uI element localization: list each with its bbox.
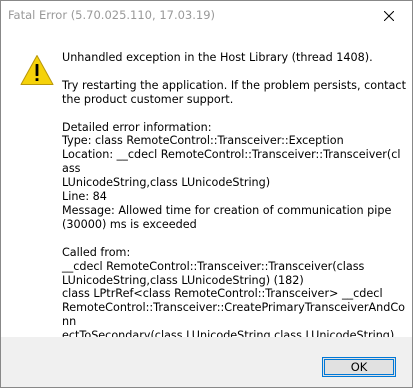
dialog-content: Unhandled exception in the Host Library … [1,31,412,370]
details-text: Detailed error information: Type: class … [62,120,401,231]
error-message: Unhandled exception in the Host Library … [62,51,406,371]
ok-button[interactable]: OK [322,357,396,377]
title-bar[interactable]: Fatal Error (5.70.025.110, 17.03.19) [1,1,412,31]
warning-icon [20,55,54,85]
close-icon [384,11,394,21]
error-dialog: Fatal Error (5.70.025.110, 17.03.19) Unh… [0,0,413,388]
close-button[interactable] [366,1,412,31]
advice-text: Try restarting the application. If the p… [62,78,406,106]
button-bar: OK [1,337,412,387]
window-title: Fatal Error (5.70.025.110, 17.03.19) [8,8,216,22]
headline-text: Unhandled exception in the Host Library … [62,51,373,64]
